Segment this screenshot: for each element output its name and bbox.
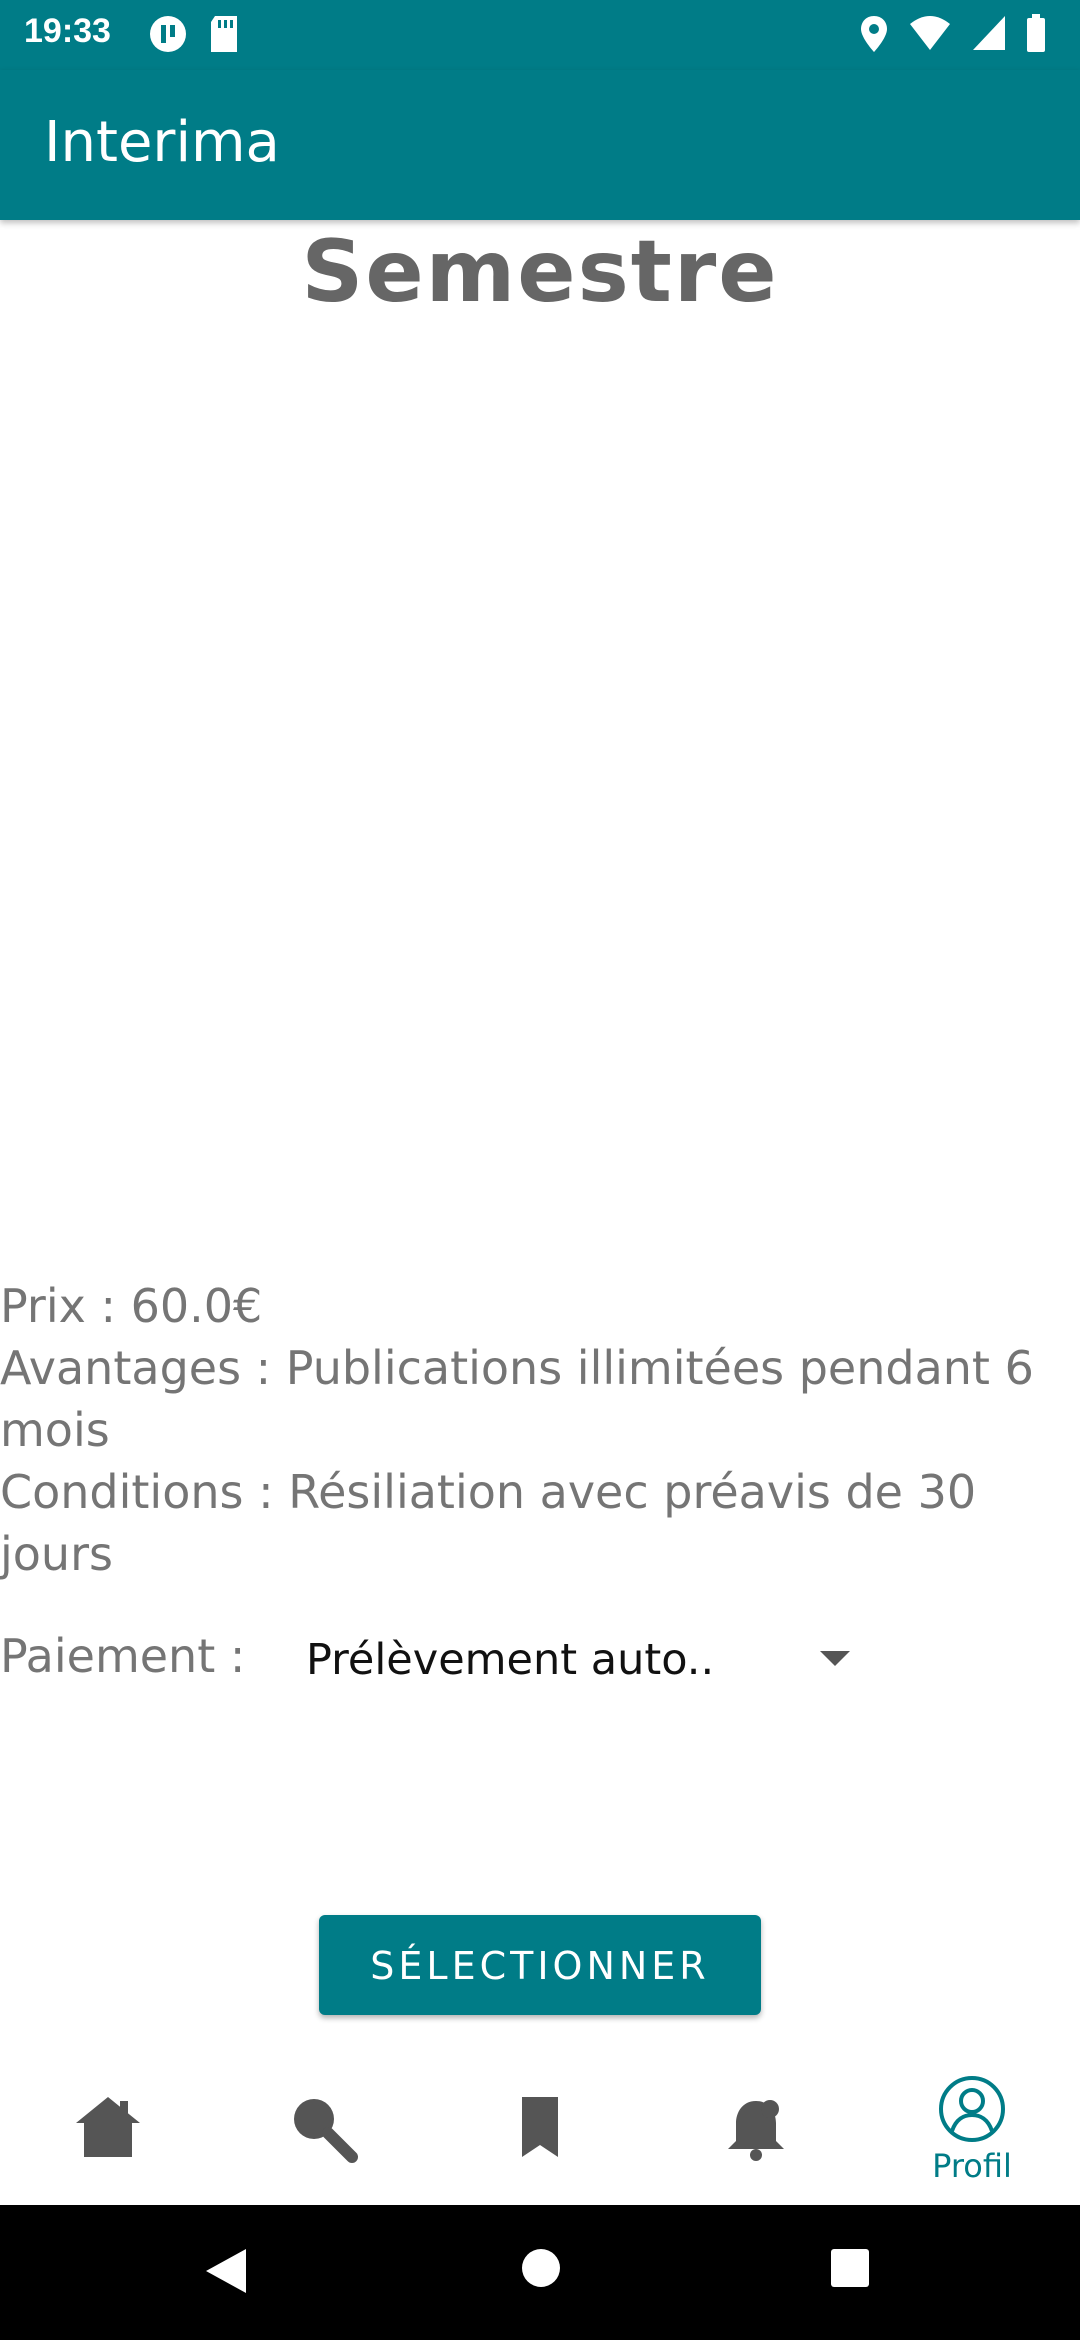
- nav-item-search[interactable]: [216, 2045, 432, 2205]
- battery-icon: [1027, 14, 1045, 52]
- search-icon: [294, 2099, 358, 2163]
- payment-label: Paiement :: [0, 1629, 246, 1683]
- payment-selected-value: Prélèvement auto..: [306, 1635, 715, 1685]
- sd-card-icon: [211, 16, 238, 52]
- advantages-text: Avantages : Publications illimitées pend…: [0, 1341, 1034, 1457]
- notification-bell-icon: [728, 2100, 784, 2161]
- signal-icon: [972, 16, 1005, 50]
- status-time: 19:33: [24, 12, 111, 50]
- recents-square-icon[interactable]: [829, 2247, 871, 2289]
- payment-row: Paiement : Prélèvement auto..: [0, 1625, 1080, 1695]
- dropdown-arrow-icon: [820, 1651, 850, 1666]
- system-navigation-bar: [0, 2205, 1080, 2340]
- app-bar: Interima: [0, 70, 1080, 220]
- nav-item-profile[interactable]: Profil: [864, 2045, 1080, 2205]
- status-right-icons: [859, 14, 1060, 54]
- location-icon: [860, 16, 887, 52]
- app-title: Interima: [44, 110, 280, 175]
- payment-method-dropdown[interactable]: Prélèvement auto..: [300, 1625, 860, 1695]
- status-left-icons: [148, 14, 255, 54]
- profile-icon: [939, 2076, 1005, 2142]
- nav-item-home[interactable]: [0, 2045, 216, 2205]
- select-button[interactable]: SÉLECTIONNER: [319, 1915, 761, 2015]
- wifi-icon: [909, 16, 950, 50]
- nav-item-notifications[interactable]: [648, 2045, 864, 2205]
- conditions-text: Conditions : Résiliation avec préavis de…: [0, 1465, 977, 1581]
- nav-item-saved[interactable]: [432, 2045, 648, 2205]
- nav-label-profile: Profil: [932, 2147, 1012, 2185]
- home-icon: [76, 2097, 140, 2157]
- home-circle-icon[interactable]: [520, 2247, 562, 2289]
- back-icon[interactable]: [204, 2247, 248, 2295]
- status-bar: 19:33: [0, 0, 1080, 70]
- bookmark-icon: [522, 2097, 558, 2157]
- price-text: Prix : 60.0€: [0, 1279, 263, 1333]
- pause-media-icon: [150, 16, 186, 52]
- bottom-navigation: Profil: [0, 2045, 1080, 2205]
- plan-title: Semestre: [301, 222, 779, 322]
- plan-details: Prix : 60.0€ Avantages : Publications il…: [0, 1275, 1080, 1585]
